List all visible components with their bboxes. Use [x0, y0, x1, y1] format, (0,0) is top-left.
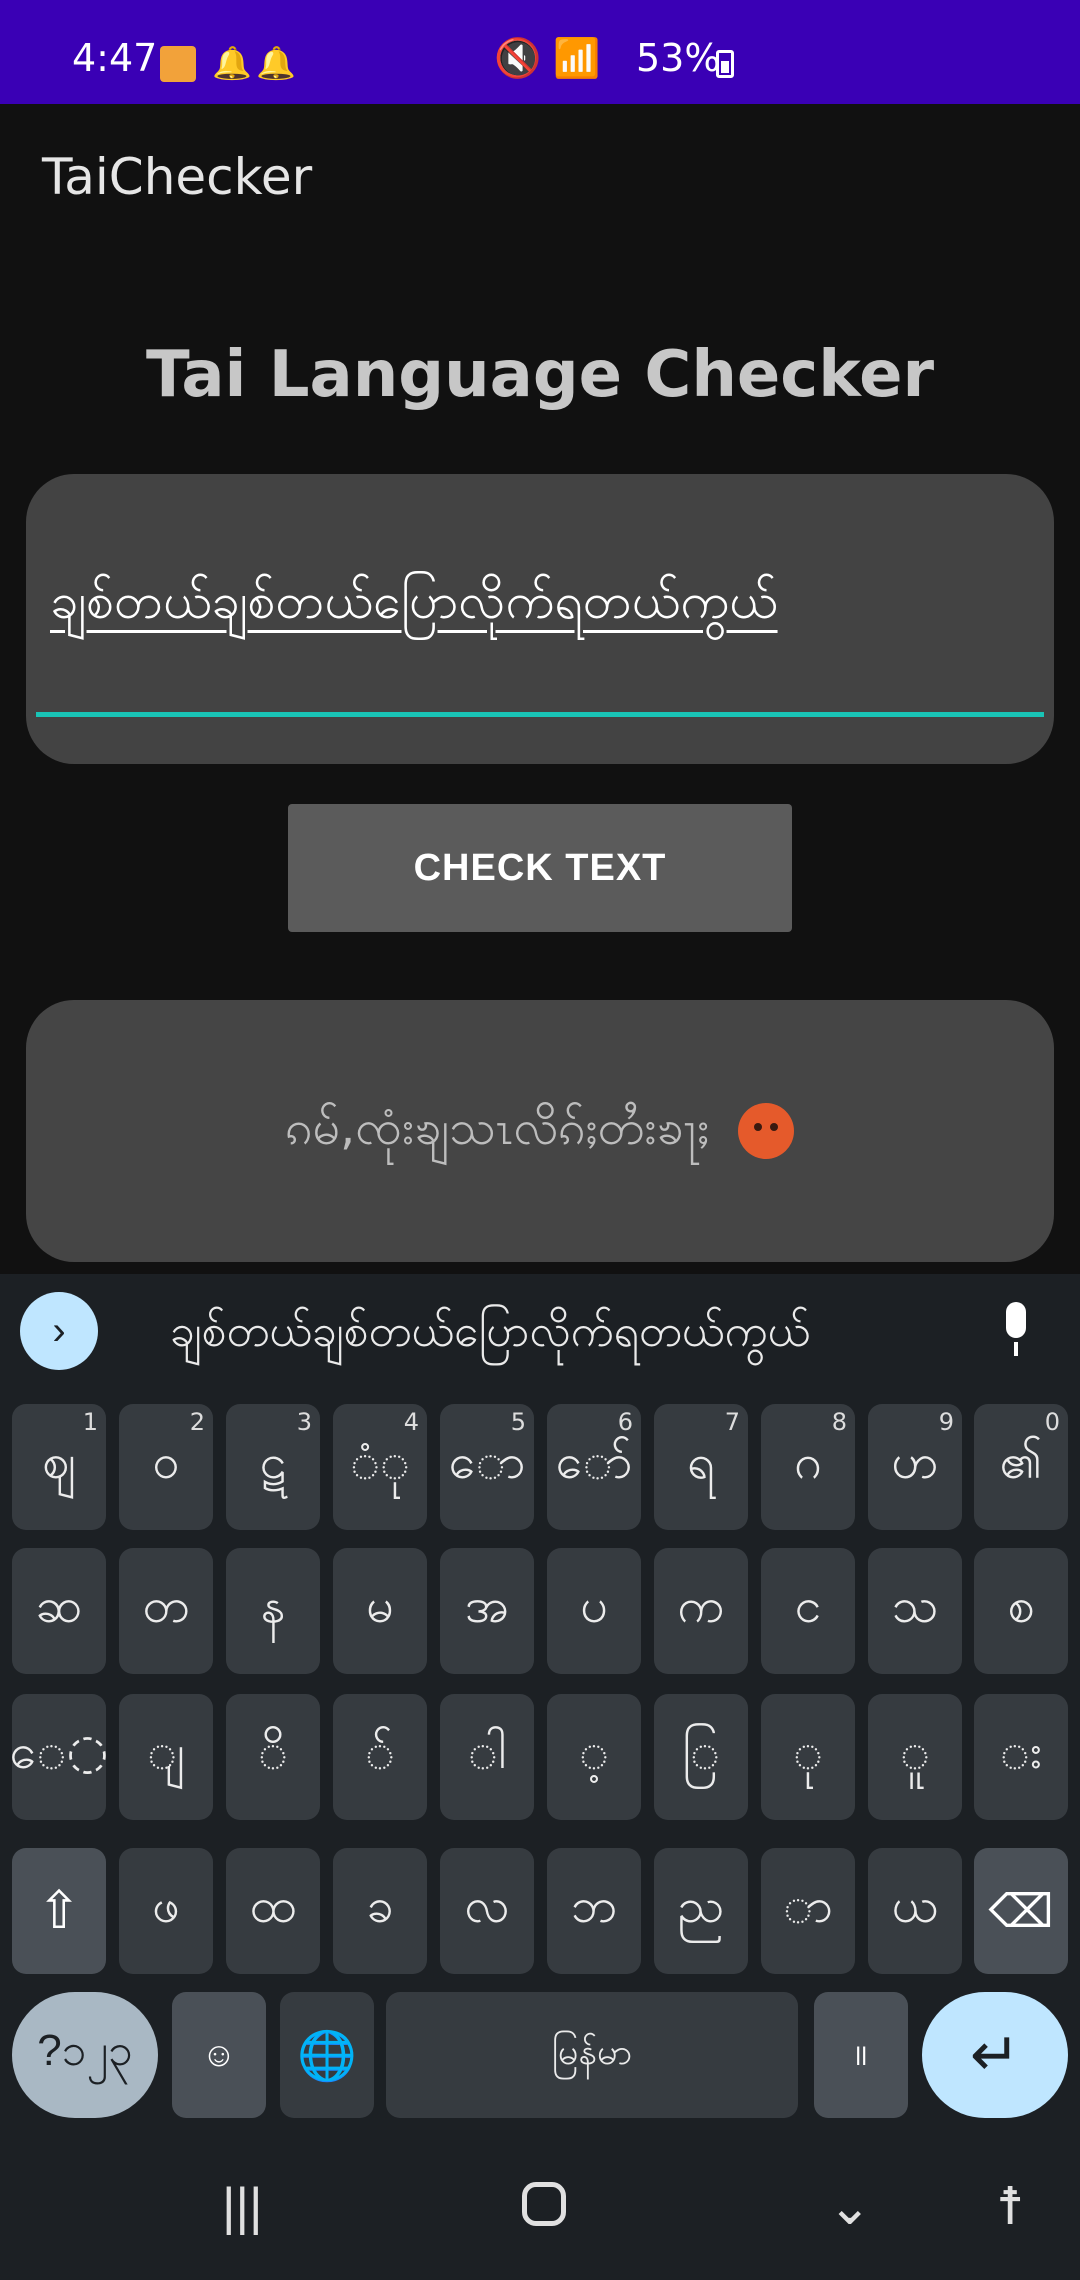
key[interactable]: လ — [440, 1848, 534, 1974]
key[interactable]: ◌ု — [761, 1694, 855, 1820]
recent-apps-icon[interactable]: ||| — [216, 2176, 269, 2238]
key[interactable]: ◌ါ — [440, 1694, 534, 1820]
key[interactable]: ဖ — [119, 1848, 213, 1974]
key[interactable]: မ — [333, 1548, 427, 1674]
symbols-key[interactable]: ?၁၂၃ — [12, 1992, 158, 2118]
key[interactable]: ော် 6 — [547, 1404, 641, 1530]
result-card: ၵမ်,ၸုံးၶျသၤလိၵ်ႈတႆးၶႃႈ — [26, 1000, 1054, 1262]
key[interactable]: ◌ိ — [226, 1694, 320, 1820]
key[interactable]: ော 5 — [440, 1404, 534, 1530]
status-time: 4:47 — [72, 36, 158, 80]
key[interactable]: ဂ8 — [761, 1404, 855, 1530]
key[interactable]: ဟ9 — [868, 1404, 962, 1530]
key[interactable]: ဋ3 — [226, 1404, 320, 1530]
backspace-key-icon[interactable]: ⌫ — [974, 1848, 1068, 1974]
emoji-key-icon[interactable]: ☺ — [172, 1992, 266, 2118]
key[interactable]: ပ — [547, 1548, 641, 1674]
key[interactable]: ◌း — [974, 1694, 1068, 1820]
key[interactable]: ◌ျ — [119, 1694, 213, 1820]
check-text-button[interactable]: CHECK TEXT — [288, 804, 792, 932]
key[interactable]: တ — [119, 1548, 213, 1674]
result-text: ၵမ်,ၸုံးၶျသၤလိၵ်ႈတႆးၶႃႈ — [285, 1100, 710, 1156]
enter-key-icon[interactable]: ↵ — [922, 1992, 1068, 2118]
shift-key-icon[interactable]: ⇧ — [12, 1848, 106, 1974]
key[interactable]: ယ — [868, 1848, 962, 1974]
key[interactable]: ည — [654, 1848, 748, 1974]
battery-percent: 53% — [636, 36, 721, 80]
key[interactable]: ေ◌ — [10, 1694, 108, 1820]
bell-icon-2: 🔔 — [256, 44, 296, 82]
home-icon[interactable] — [522, 2182, 566, 2226]
angry-face-icon — [738, 1103, 795, 1159]
key[interactable]: ထ — [226, 1848, 320, 1974]
key[interactable]: ဝ2 — [119, 1404, 213, 1530]
key[interactable]: အ — [440, 1548, 534, 1674]
key[interactable]: ◌် — [333, 1694, 427, 1820]
key[interactable]: ◌ြ — [654, 1694, 748, 1820]
microphone-icon[interactable] — [998, 1302, 1034, 1358]
key[interactable]: က — [654, 1548, 748, 1674]
status-bar: 4:47 🔔 🔔 🔇 📶 53% — [0, 0, 1080, 104]
accessibility-icon[interactable]: ☨ — [990, 2176, 1030, 2238]
page-heading: Tai Language Checker — [145, 338, 935, 412]
key[interactable]: စ — [974, 1548, 1068, 1674]
key[interactable]: ◌ံု 4 — [333, 1404, 427, 1530]
key[interactable]: င — [761, 1548, 855, 1674]
globe-language-icon[interactable]: 🌐 — [280, 1992, 374, 2118]
key[interactable]: သ — [868, 1548, 962, 1674]
key[interactable]: ◌ူ — [868, 1694, 962, 1820]
key[interactable]: ဈ1 — [12, 1404, 106, 1530]
mute-wifi-signal-icons: 🔇 📶 — [494, 36, 601, 80]
text-input-field[interactable]: ချစ်တယ်ချစ်တယ်ပြောလိုက်ရတယ်ကွယ် — [50, 570, 778, 643]
key[interactable]: ဆ — [12, 1548, 106, 1674]
text-input-card[interactable]: ချစ်တယ်ချစ်တယ်ပြောလိုက်ရတယ်ကွယ် — [26, 474, 1054, 764]
space-key[interactable]: မြန်မာ — [386, 1992, 798, 2118]
key[interactable]: ◌ာ — [761, 1848, 855, 1974]
navigation-bar: ||| ⌄ ☨ — [0, 2130, 1080, 2280]
key[interactable]: ၏ 0 — [974, 1404, 1068, 1530]
app-notification-icon — [160, 46, 196, 82]
key[interactable]: ဘ — [547, 1848, 641, 1974]
period-key[interactable]: ။ — [814, 1992, 908, 2118]
key[interactable]: န — [226, 1548, 320, 1674]
expand-suggestions-chevron-icon[interactable]: › — [20, 1292, 98, 1370]
app-title: TaiChecker — [42, 148, 313, 206]
keyboard: › ချစ်တယ်ချစ်တယ်ပြောလိုက်ရတယ်ကွယ် ဈ1 ဝ2 … — [0, 1274, 1080, 2130]
suggestion-text[interactable]: ချစ်တယ်ချစ်တယ်ပြောလိုက်ရတယ်ကွယ် — [170, 1304, 810, 1368]
bell-icon: 🔔 — [212, 44, 252, 82]
key[interactable]: ◌့ — [547, 1694, 641, 1820]
battery-icon — [716, 50, 734, 78]
keyboard-hide-chevron-icon[interactable]: ⌄ — [822, 2176, 878, 2238]
key[interactable]: ရ7 — [654, 1404, 748, 1530]
key[interactable]: ခ — [333, 1848, 427, 1974]
result-line: ၵမ်,ၸုံးၶျသၤလိၵ်ႈတႆးၶႃႈ — [26, 1098, 1054, 1168]
input-underline — [36, 712, 1044, 717]
